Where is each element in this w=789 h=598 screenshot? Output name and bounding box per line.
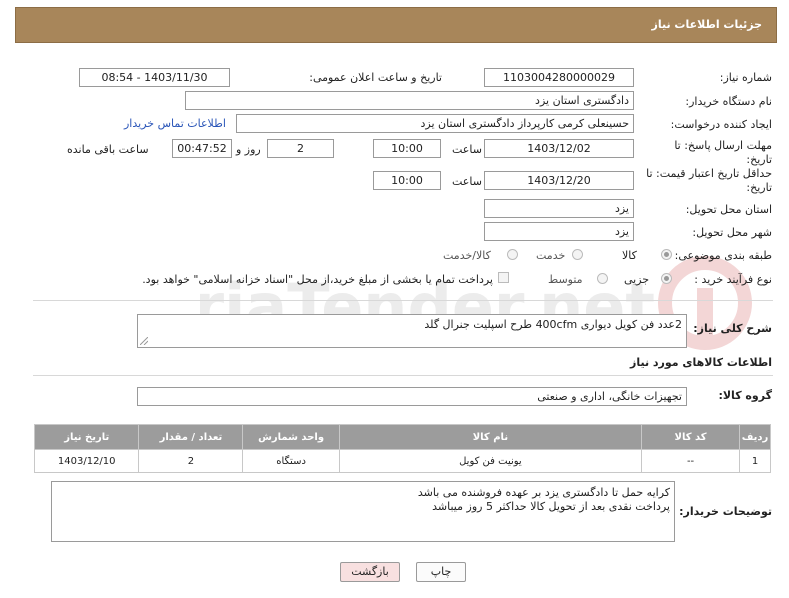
process-option-medium: متوسط [548, 273, 583, 286]
creator-field[interactable]: حسینعلی کرمی کارپرداز دادگستری استان یزد [236, 114, 634, 133]
deadline-time-label: ساعت [452, 143, 482, 156]
buyer-notes-line-1: کرایه حمل تا دادگستری یزد بر عهده فروشند… [417, 486, 670, 499]
category-label: طبقه بندی موضوعی: [674, 249, 772, 262]
goods-section-title: اطلاعات کالاهای مورد نیاز [630, 356, 772, 369]
category-option-both: کالا/خدمت [443, 249, 491, 262]
validity-time-label: ساعت [452, 175, 482, 188]
treasury-payment-text: پرداخت تمام یا بخشی از مبلغ خرید،از محل … [142, 273, 493, 286]
deadline-time-field[interactable]: 10:00 [373, 139, 441, 158]
description-label: شرح کلی نیاز: [693, 322, 772, 335]
divider [33, 300, 773, 301]
col-code-header: کد کالا [641, 424, 741, 450]
deadline-days-label: روز و [236, 143, 261, 156]
deadline-days-field[interactable]: 2 [267, 139, 334, 158]
validity-time-field[interactable]: 10:00 [373, 171, 441, 190]
remaining-time-label: ساعت باقی مانده [67, 143, 149, 156]
buyer-org-field[interactable]: دادگستری استان یزد [185, 91, 634, 110]
col-date-header: تاریخ نیاز [33, 424, 140, 450]
buyer-notes-label: توضیحات خریدار: [679, 505, 772, 518]
goods-table: ردیف کد کالا نام کالا واحد شمارش تعداد /… [33, 424, 771, 473]
page-header: جزئیات اطلاعات نیاز [15, 7, 777, 43]
back-button[interactable]: بازگشت [340, 562, 400, 582]
process-option-minor: جزیی [624, 273, 650, 286]
col-qty-header: تعداد / مقدار [138, 424, 244, 450]
col-row-header: ردیف [739, 424, 771, 450]
cell-qty: 2 [138, 449, 244, 473]
process-radio-medium[interactable] [597, 273, 608, 284]
need-number-label: شماره نیاز: [719, 71, 772, 84]
category-option-service: خدمت [536, 249, 566, 262]
cell-unit: دستگاه [242, 449, 340, 473]
goods-group-field[interactable]: تجهیزات خانگی، اداری و صنعتی [137, 387, 687, 406]
validity-label: حداقل تاریخ اعتبار قیمت: تا [646, 167, 772, 180]
description-textarea[interactable]: 2عدد فن کویل دیواری 400cfm طرح اسپلیت جن… [137, 314, 687, 348]
buyer-org-label: نام دستگاه خریدار: [685, 95, 772, 108]
validity-label-date: تاریخ: [746, 181, 772, 194]
deadline-label: مهلت ارسال پاسخ: تا [674, 139, 772, 152]
province-label: استان محل تحویل: [685, 203, 772, 216]
deadline-label-date: تاریخ: [746, 153, 772, 166]
treasury-payment-checkbox[interactable] [498, 272, 509, 283]
print-button[interactable]: چاپ [416, 562, 466, 582]
cell-code: -- [641, 449, 741, 473]
category-option-goods: کالا [622, 249, 637, 262]
buyer-contact-link[interactable]: اطلاعات تماس خریدار [124, 117, 226, 130]
goods-group-label: گروه کالا: [718, 389, 772, 402]
remaining-time-field[interactable]: 00:47:52 [172, 139, 232, 158]
category-radio-goods[interactable] [661, 249, 672, 260]
need-number-field[interactable]: 1103004280000029 [484, 68, 634, 87]
table-row: 1 -- یونیت فن کویل دستگاه 2 1403/12/10 [33, 449, 771, 473]
validity-date-field[interactable]: 1403/12/20 [484, 171, 634, 190]
process-radio-minor[interactable] [661, 273, 672, 284]
buyer-notes-line-2: پرداخت نقدی بعد از تحویل کالا حداکثر 5 ر… [432, 500, 670, 513]
cell-name: یونیت فن کویل [338, 449, 643, 473]
description-text: 2عدد فن کویل دیواری 400cfm طرح اسپلیت جن… [424, 318, 682, 331]
table-header-row: ردیف کد کالا نام کالا واحد شمارش تعداد /… [33, 424, 771, 450]
cell-row: 1 [739, 449, 771, 473]
city-field[interactable]: یزد [484, 222, 634, 241]
process-label: نوع فرآیند خرید : [694, 273, 772, 286]
page-title: جزئیات اطلاعات نیاز [651, 18, 763, 31]
category-radio-service[interactable] [572, 249, 583, 260]
col-name-header: نام کالا [338, 424, 643, 450]
announce-label: تاریخ و ساعت اعلان عمومی: [309, 71, 442, 84]
cell-date: 1403/12/10 [33, 449, 140, 473]
category-radio-both[interactable] [507, 249, 518, 260]
resize-grip-icon[interactable] [140, 337, 148, 345]
announce-field[interactable]: 1403/11/30 - 08:54 [79, 68, 230, 87]
divider [33, 375, 773, 376]
deadline-date-field[interactable]: 1403/12/02 [484, 139, 634, 158]
city-label: شهر محل تحویل: [692, 226, 772, 239]
province-field[interactable]: یزد [484, 199, 634, 218]
buyer-notes-textarea[interactable]: کرایه حمل تا دادگستری یزد بر عهده فروشند… [51, 481, 675, 542]
col-unit-header: واحد شمارش [242, 424, 340, 450]
creator-label: ایجاد کننده درخواست: [670, 118, 772, 131]
